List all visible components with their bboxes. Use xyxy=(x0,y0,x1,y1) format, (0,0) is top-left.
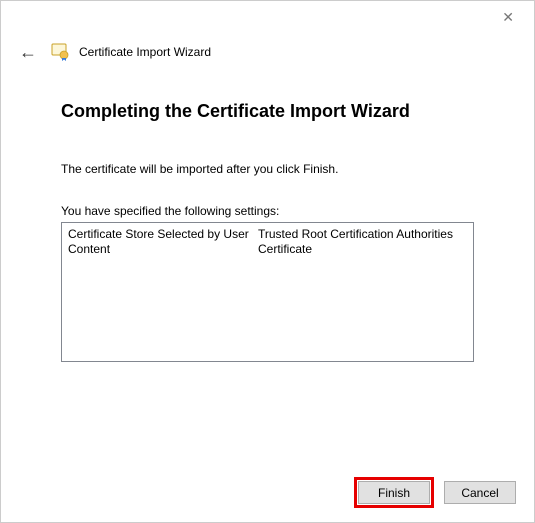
wizard-title: Certificate Import Wizard xyxy=(79,45,211,59)
wizard-footer: Finish Cancel xyxy=(1,463,534,522)
close-icon[interactable]: ✕ xyxy=(494,5,522,30)
finish-button[interactable]: Finish xyxy=(358,481,430,504)
wizard-content: Completing the Certificate Import Wizard… xyxy=(1,71,534,463)
setting-key: Certificate Store Selected by User xyxy=(68,227,258,242)
settings-table: Certificate Store Selected by User Trust… xyxy=(68,227,459,257)
table-row: Certificate Store Selected by User Trust… xyxy=(68,227,459,242)
wizard-window: ✕ ← Certificate Import Wizard Completing… xyxy=(0,0,535,523)
setting-key: Content xyxy=(68,242,258,257)
back-arrow-icon[interactable]: ← xyxy=(15,41,41,63)
setting-value: Trusted Root Certification Authorities xyxy=(258,227,459,242)
settings-label: You have specified the following setting… xyxy=(61,204,474,218)
setting-value: Certificate xyxy=(258,242,459,257)
description-text: The certificate will be imported after y… xyxy=(61,162,474,176)
page-heading: Completing the Certificate Import Wizard xyxy=(61,101,474,122)
wizard-header: ← Certificate Import Wizard xyxy=(1,33,534,71)
table-row: Content Certificate xyxy=(68,242,459,257)
cancel-button[interactable]: Cancel xyxy=(444,481,516,504)
certificate-icon xyxy=(51,43,69,61)
titlebar: ✕ xyxy=(1,1,534,33)
finish-button-highlight: Finish xyxy=(354,477,434,508)
settings-listbox: Certificate Store Selected by User Trust… xyxy=(61,222,474,362)
